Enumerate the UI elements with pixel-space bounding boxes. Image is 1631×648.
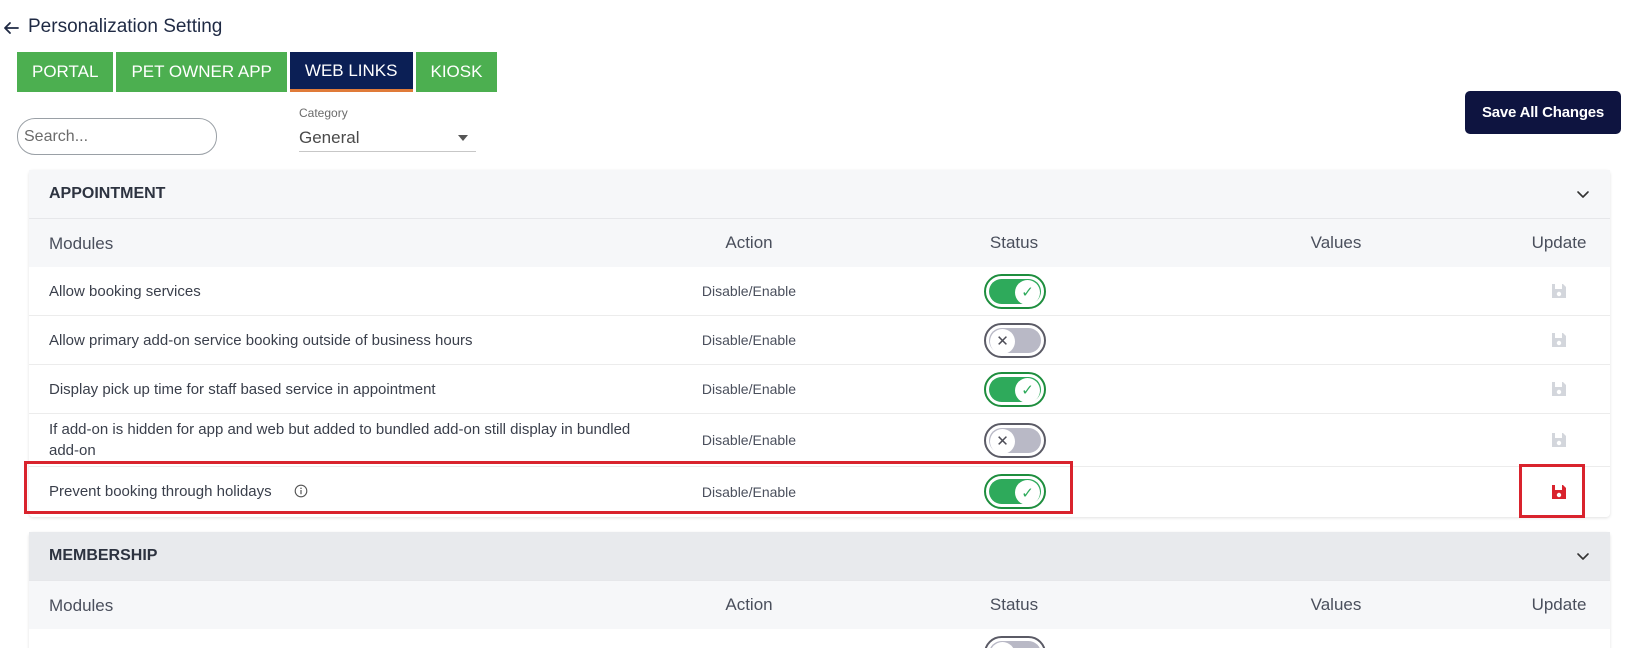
save-icon[interactable] (1550, 380, 1568, 398)
category-filter: Category General (299, 106, 476, 152)
column-header-modules: Modules (49, 233, 114, 253)
action-label: Disable/Enable (701, 283, 797, 299)
appointment-panel: APPOINTMENT Modules Action Status Values… (29, 170, 1610, 517)
action-label: Disable/Enable (701, 432, 797, 448)
tab-bar: PORTAL PET OWNER APP WEB LINKS KIOSK (17, 52, 498, 92)
chevron-down-icon[interactable] (1576, 187, 1590, 201)
tab-pet-owner-app[interactable]: PET OWNER APP (116, 52, 287, 92)
info-circle-icon[interactable] (294, 484, 308, 498)
chevron-down-icon[interactable] (1576, 549, 1590, 563)
column-header-update: Update (1531, 595, 1587, 614)
column-header-action: Action (725, 233, 773, 252)
table-row: If add-on is hidden for app and web but … (29, 414, 1610, 467)
x-icon: ✕ (990, 428, 1015, 454)
column-header-update: Update (1531, 233, 1587, 252)
column-header-status: Status (989, 233, 1039, 252)
tab-web-links[interactable]: WEB LINKS (289, 52, 413, 92)
column-header-action: Action (725, 595, 773, 614)
check-icon: ✓ (1015, 377, 1040, 403)
category-select[interactable]: General (299, 124, 476, 152)
save-icon[interactable] (1550, 282, 1568, 300)
membership-panel: MEMBERSHIP Modules Action Status Values … (29, 532, 1610, 648)
page-title: Personalization Setting (28, 16, 223, 37)
status-toggle[interactable]: ✓ (984, 371, 1046, 407)
search-input[interactable] (17, 118, 217, 155)
module-name: Prevent booking through holidays (49, 483, 272, 500)
action-label: Disable/Enable (701, 381, 797, 397)
table-row: Allow booking services Disable/Enable ✓ (29, 267, 1610, 316)
section-title: APPOINTMENT (49, 185, 166, 202)
category-value: General (299, 127, 360, 147)
module-name: If add-on is hidden for app and web but … (49, 421, 631, 459)
status-toggle[interactable]: ✕ (984, 322, 1046, 358)
column-header-modules: Modules (49, 595, 114, 615)
status-toggle[interactable]: ✓ (984, 273, 1046, 309)
tab-kiosk[interactable]: KIOSK (415, 52, 498, 92)
category-label: Category (299, 106, 348, 120)
action-label: Disable/Enable (701, 332, 797, 348)
table-row-partial: ✕ (29, 629, 1610, 648)
module-name: Display pick up time for staff based ser… (49, 380, 436, 398)
module-name-with-info: Prevent booking through holidays (49, 481, 649, 502)
check-icon: ✓ (1015, 279, 1040, 305)
status-toggle[interactable]: ✕ (984, 636, 1046, 648)
panel-header[interactable]: APPOINTMENT (29, 170, 1610, 219)
table-header: Modules Action Status Values Update (29, 581, 1610, 629)
column-header-values: Values (1310, 233, 1362, 252)
table-row: Display pick up time for staff based ser… (29, 365, 1610, 414)
save-icon[interactable] (1550, 331, 1568, 349)
table-row: Allow primary add-on service booking out… (29, 316, 1610, 365)
table-row: Prevent booking through holidays Disable… (29, 467, 1610, 516)
save-icon[interactable] (1550, 483, 1568, 501)
save-all-changes-button[interactable]: Save All Changes (1465, 91, 1621, 134)
back-arrow-icon[interactable] (3, 20, 19, 36)
action-label: Disable/Enable (701, 483, 797, 500)
section-title: MEMBERSHIP (49, 547, 158, 564)
module-name: Allow booking services (49, 282, 201, 300)
column-header-status: Status (989, 595, 1039, 614)
x-icon: ✕ (990, 642, 1015, 648)
module-name: Allow primary add-on service booking out… (49, 331, 473, 349)
check-icon: ✓ (1015, 480, 1040, 505)
column-header-values: Values (1310, 595, 1362, 614)
x-icon: ✕ (990, 328, 1015, 354)
tab-portal[interactable]: PORTAL (17, 52, 114, 92)
table-header: Modules Action Status Values Update (29, 219, 1610, 267)
panel-header[interactable]: MEMBERSHIP (29, 532, 1610, 581)
dropdown-caret-icon (458, 134, 468, 141)
save-icon[interactable] (1550, 431, 1568, 449)
status-toggle[interactable]: ✕ (984, 422, 1046, 458)
status-toggle[interactable]: ✓ (984, 474, 1046, 509)
